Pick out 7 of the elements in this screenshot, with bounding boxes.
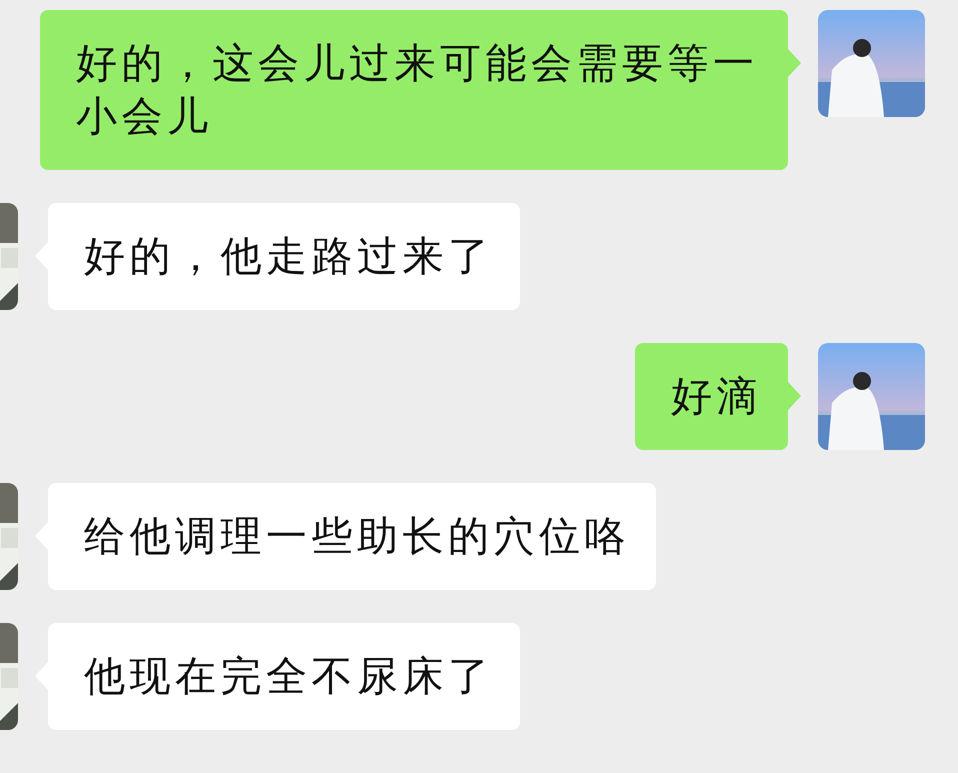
message-bubble: 好的，这会儿过来可能会需要等一小会儿	[40, 10, 788, 170]
bubble-tail	[788, 49, 801, 77]
bubble-tail	[788, 382, 801, 410]
message-bubble: 他现在完全不尿床了	[48, 623, 520, 730]
message-bubble: 好的，他走路过来了	[48, 203, 520, 310]
message-bubble: 给他调理一些助长的穴位咯	[48, 483, 656, 590]
message-bubble: 好滴	[635, 343, 788, 450]
